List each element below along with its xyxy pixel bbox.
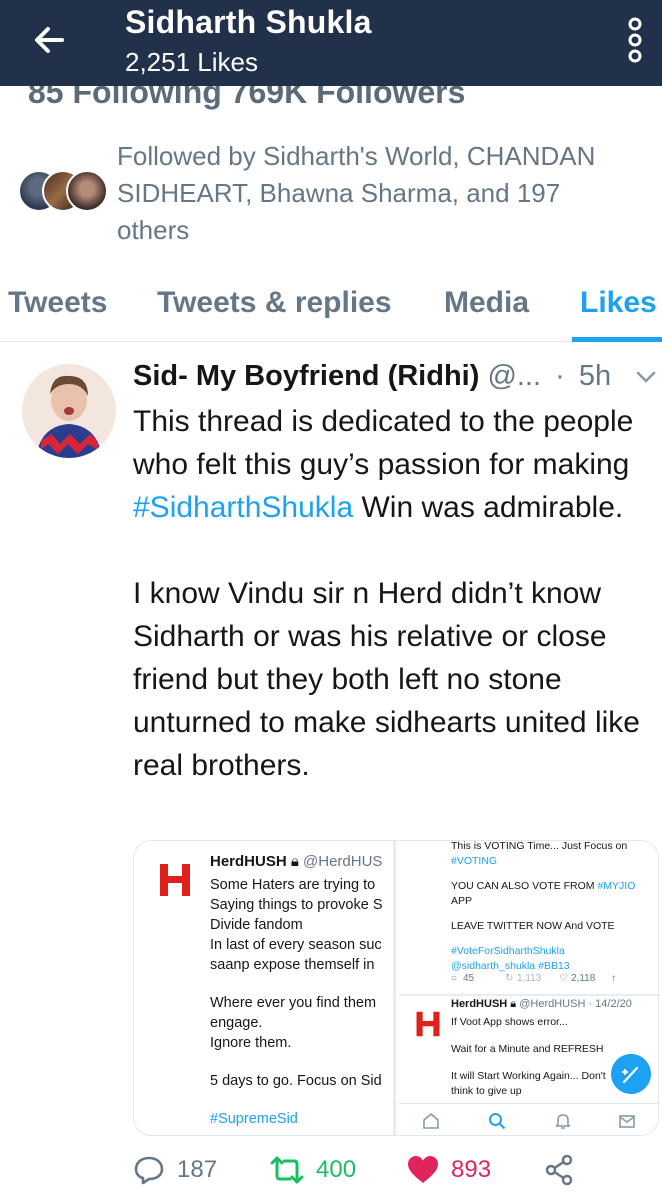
separator-dot: · <box>555 360 565 392</box>
heart-icon: ♡ <box>559 973 568 984</box>
avatar <box>66 170 108 212</box>
tweet-text-part: This thread is dedicated to the people w… <box>133 405 634 481</box>
profile-tabs: Tweets Tweets & replies Media Likes <box>0 270 662 342</box>
tweet-paragraph: I know Vindu sir n Herd didn’t know Sidh… <box>133 577 640 782</box>
tweet-text-part: Win was admirable. <box>353 491 624 524</box>
hashtag-link[interactable]: #SidharthShukla <box>133 491 353 524</box>
tweet-author-name[interactable]: Sid- My Boyfriend (Ridhi) <box>133 360 479 392</box>
tweet-paragraph: This thread is dedicated to the people w… <box>133 400 648 529</box>
likes-count: 2,251 Likes <box>125 47 258 77</box>
embedded-name: HerdHUSH <box>210 853 287 870</box>
text-part: YOU CAN ALSO VOTE FROM <box>451 880 598 892</box>
search-icon <box>489 1113 506 1130</box>
tweet-header: Sid- My Boyfriend (Ridhi) @... · 5h <box>133 360 656 393</box>
lock-icon: 🔒︎ <box>290 853 299 870</box>
lock-icon: 🔒︎ <box>510 998 517 1010</box>
herd-logo-icon <box>416 1011 440 1037</box>
embedded-text: Some Haters are trying to Saying things … <box>210 875 393 1129</box>
text-line: APP <box>451 895 473 907</box>
embedded-author: HerdHUSH 🔒︎ @HerdHUS <box>210 853 382 870</box>
like-button[interactable]: 893 <box>407 1150 491 1190</box>
avatar-image <box>22 364 116 458</box>
text-line: Ignore them. <box>210 1035 292 1051</box>
text-line: @sidharth_shukla #BB13 <box>451 960 570 972</box>
retweet-icon: ↻ <box>505 973 514 984</box>
text-line: LEAVE TWITTER NOW And VOTE <box>451 920 615 932</box>
like-count: 893 <box>451 1156 492 1183</box>
retweet-icon <box>270 1156 304 1184</box>
herd-logo-icon <box>160 864 190 896</box>
tweet-media[interactable]: HerdHUSH 🔒︎ @HerdHUS Some Haters are try… <box>133 840 659 1136</box>
tab-tweets-replies[interactable]: Tweets & replies <box>157 286 392 320</box>
retweet-button[interactable]: 400 <box>270 1150 356 1190</box>
share-icon: ↑ <box>611 973 616 984</box>
embedded-reply-count: 45 <box>463 973 475 984</box>
reply-icon <box>134 1156 164 1185</box>
text-line: YOU CAN ALSO VOTE FROM #MYJIO <box>451 879 651 894</box>
tweet-time: 5h <box>578 360 612 392</box>
media-image-1[interactable]: HerdHUSH 🔒︎ @HerdHUS Some Haters are try… <box>134 841 396 1135</box>
tab-media[interactable]: Media <box>444 286 529 320</box>
tweet-avatar[interactable] <box>22 364 116 458</box>
text-line: #VoteForSidharthShukla <box>451 945 565 957</box>
reply-icon: ○ <box>451 973 458 984</box>
compose-fab-icon <box>611 1054 651 1094</box>
embedded-retweet-count: 1,113 <box>517 973 542 984</box>
embedded-bottom-nav <box>399 1103 658 1135</box>
tab-tweets[interactable]: Tweets <box>8 286 107 320</box>
top-app-bar: Sidharth Shukla 2,251 Likes <box>0 0 662 86</box>
hashtag-text: #MYJIO <box>597 880 636 892</box>
followed-by-text: Followed by Sidharth's World, CHANDAN SI… <box>117 141 596 245</box>
text-line: saanp expose themself in <box>210 957 375 973</box>
text-line: #VOTING <box>451 855 498 867</box>
embedded-handle: @HerdHUSH · 14/2/20 <box>519 998 632 1010</box>
back-arrow-icon[interactable] <box>28 18 72 62</box>
text-line: Where ever you find them <box>210 995 377 1011</box>
active-tab-indicator <box>572 337 662 342</box>
bell-icon <box>555 1114 571 1129</box>
text-line: Divide fandom <box>210 917 303 933</box>
embedded-name: HerdHUSH <box>451 998 508 1010</box>
text-line: 5 days to go. Focus on Sid <box>210 1073 382 1089</box>
reply-count: 187 <box>177 1156 218 1183</box>
mail-icon <box>619 1115 635 1128</box>
media-image-2[interactable]: This is VOTING Time... Just Focus on #VO… <box>399 841 658 1135</box>
text-line: In last of every season suc <box>210 937 382 953</box>
tweet-actions: 187 400 893 <box>133 1150 653 1190</box>
divider <box>399 994 658 996</box>
embedded-handle: @HerdHUS <box>303 853 383 870</box>
profile-title: Sidharth Shukla <box>125 4 372 40</box>
embedded-actions: ○ 45 ↻ 1,113 ♡ 2,118 ↑ <box>451 973 651 989</box>
share-button[interactable] <box>543 1150 587 1190</box>
text-line: engage. <box>210 1015 263 1031</box>
followed-by[interactable]: Followed by Sidharth's World, CHANDAN SI… <box>18 138 658 248</box>
embedded-text: This is VOTING Time... Just Focus on #VO… <box>451 841 651 974</box>
heart-icon <box>408 1156 438 1183</box>
follower-avatars <box>18 170 110 214</box>
embedded-author: HerdHUSH 🔒︎ @HerdHUSH · 14/2/20 <box>451 998 632 1011</box>
text-line: Some Haters are trying to <box>210 877 376 893</box>
share-icon <box>545 1154 573 1186</box>
retweet-count: 400 <box>316 1156 357 1183</box>
reply-button[interactable]: 187 <box>133 1150 217 1190</box>
tweet-text: This thread is dedicated to the people w… <box>133 400 648 787</box>
tweet-author-handle[interactable]: @... <box>487 360 541 392</box>
text-line: Wait for a Minute and REFRESH <box>451 1043 604 1055</box>
chevron-down-icon[interactable] <box>635 366 657 388</box>
text-line: Saying things to provoke S <box>210 897 383 913</box>
home-icon <box>423 1112 439 1129</box>
embedded-like-count: 2,118 <box>571 973 596 984</box>
text-line: If Voot App shows error... <box>451 1016 568 1028</box>
more-options-icon[interactable] <box>620 14 650 66</box>
text-line: This is VOTING Time... Just Focus on <box>451 841 628 852</box>
hashtag-text: #SupremeSid <box>210 1111 298 1127</box>
tab-likes[interactable]: Likes <box>580 286 657 320</box>
